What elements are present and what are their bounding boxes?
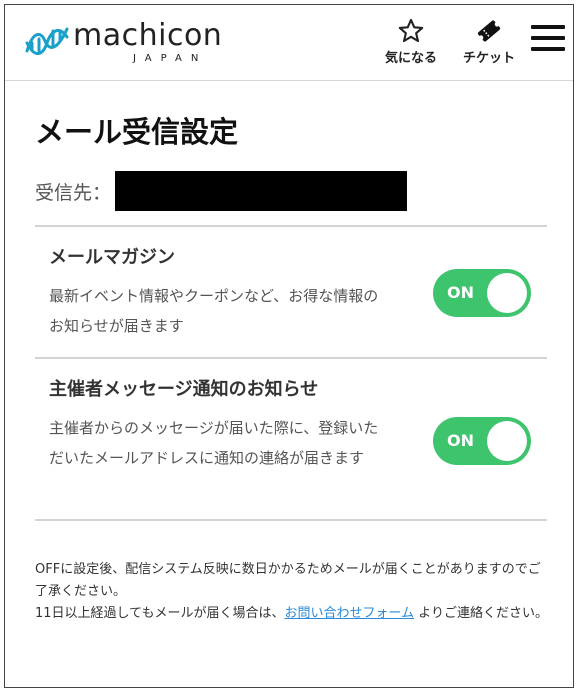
logo-subtext: JAPAN <box>133 53 208 64</box>
tickets-button[interactable]: チケット <box>463 17 515 66</box>
setting-title: 主催者メッセージ通知のお知らせ <box>49 379 319 400</box>
setting-description: 主催者からのメッセージが届いた際に、登録いただいたメールアドレスに通知の連絡が届… <box>49 419 379 467</box>
recipient-row: 受信先： <box>35 171 408 211</box>
notes-line-2-text: 11日以上経過してもメールが届く場合は、 <box>35 606 285 621</box>
divider <box>35 225 547 227</box>
site-header: machicon JAPAN 気になる チケット <box>5 5 573 81</box>
favorites-button[interactable]: 気になる <box>385 17 437 66</box>
setting-description: 最新イベント情報やクーポンなど、お得な情報のお知らせが届きます <box>49 287 379 335</box>
recipient-email-redacted <box>115 171 408 211</box>
divider <box>35 357 547 359</box>
notes: OFFに設定後、配信システム反映に数日かかるためメールが届くことがありますのでご… <box>35 559 551 625</box>
toggle-label: ON <box>447 431 474 450</box>
toggle-knob <box>487 273 527 313</box>
setting-title: メールマガジン <box>49 247 175 268</box>
toggle-knob <box>487 421 527 461</box>
mail-magazine-toggle[interactable]: ON <box>433 269 531 317</box>
organizer-message-toggle[interactable]: ON <box>433 417 531 465</box>
hamburger-menu-icon[interactable] <box>531 25 565 55</box>
toggle-label: ON <box>447 283 474 302</box>
tickets-label: チケット <box>463 51 516 66</box>
logo-wordmark: machicon <box>73 18 223 53</box>
notes-line-1: OFFに設定後、配信システム反映に数日かかるためメールが届くことがありますのでご… <box>35 562 541 599</box>
logo-dna-icon <box>25 27 69 55</box>
recipient-label: 受信先： <box>35 181 112 204</box>
page-title: メール受信設定 <box>35 115 239 149</box>
notes-line-2: 11日以上経過してもメールが届く場合は、お問い合わせフォーム よりご連絡ください… <box>35 603 551 625</box>
contact-form-link[interactable]: お問い合わせフォーム <box>285 606 415 621</box>
divider <box>35 519 547 521</box>
ticket-icon <box>477 20 501 42</box>
star-icon <box>398 18 424 43</box>
machicon-logo[interactable]: machicon JAPAN <box>23 19 222 69</box>
favorites-label: 気になる <box>385 51 438 66</box>
notes-line-2-suffix: よりご連絡ください。 <box>414 606 549 621</box>
page-frame: machicon JAPAN 気になる チケット メール受信設定 受信先： メー… <box>4 4 574 688</box>
